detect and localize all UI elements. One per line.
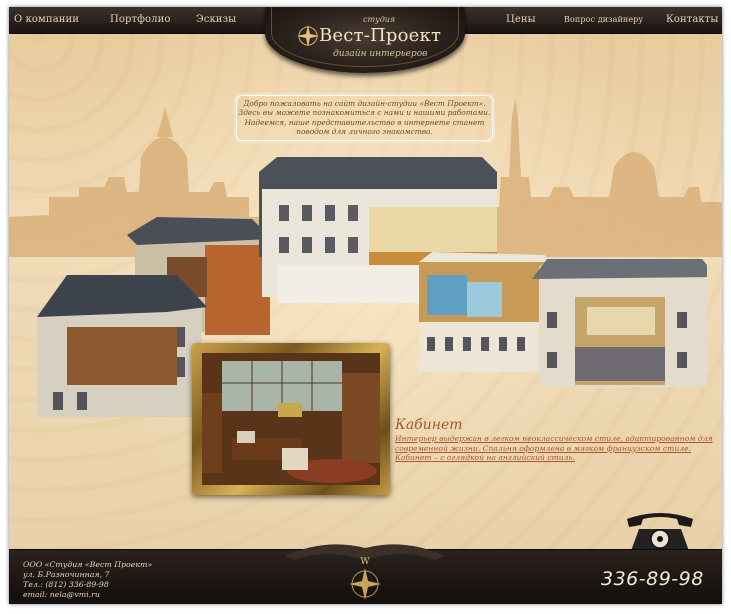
footer-phone-number: 336-89-98 [601, 568, 704, 590]
interior-illustration [202, 353, 380, 485]
building-right-2[interactable] [532, 257, 707, 387]
section-description[interactable]: Интерьер выдержан в легком неоклассическ… [395, 434, 713, 463]
welcome-line-1: Добро пожаловать на сайт дизайн-студии «… [243, 99, 486, 108]
portfolio-image-frame[interactable] [192, 343, 390, 495]
logo-studio-label: студия [363, 15, 396, 24]
building-front-left[interactable] [37, 275, 207, 417]
nav-link-prices[interactable]: Цены [506, 14, 536, 25]
footer-company: ООО «Студия «Вест Проект» [23, 560, 153, 569]
welcome-line-4: поводом для личного знакомства. [296, 126, 433, 136]
footer-street: ул. Б.Разночинная, 7 [23, 570, 110, 579]
welcome-line-3: Надеемся, наше представительство в интер… [244, 117, 485, 127]
page-frame: О компании Портфолио Эскизы Цены Вопрос … [9, 7, 722, 604]
footer-email[interactable]: email: nela@vmi.ru [23, 590, 100, 599]
nav-link-ask-designer[interactable]: Вопрос дизайнеру [564, 15, 643, 24]
logo-subtitle: дизайн интерьеров [333, 49, 428, 59]
compass-letter: W [360, 557, 370, 567]
office-interior-image[interactable] [202, 353, 380, 485]
logo[interactable]: студия Вест-Проект дизайн интерьеров [251, 7, 479, 85]
welcome-message: Добро пожаловать на сайт дизайн-студии «… [236, 95, 493, 141]
nav-link-about[interactable]: О компании [14, 14, 79, 25]
nav-link-portfolio[interactable]: Портфолио [110, 14, 170, 25]
section-title: Кабинет [395, 417, 463, 433]
nav-link-contacts[interactable]: Контакты [666, 14, 718, 25]
logo-title: Вест-Проект [319, 25, 442, 46]
footer-compass-ornament: W [285, 544, 445, 600]
welcome-line-2: Здесь вы можете познакомиться с нами и н… [238, 108, 491, 118]
building-right-1[interactable] [419, 252, 552, 372]
footer-tel: Тел.: (812) 336-89-98 [23, 580, 109, 589]
nav-link-sketches[interactable]: Эскизы [196, 14, 236, 25]
compass-icon [297, 25, 319, 47]
footer-address: ООО «Студия «Вест Проект» ул. Б.Разночин… [23, 560, 152, 600]
telephone-icon[interactable] [621, 507, 699, 553]
